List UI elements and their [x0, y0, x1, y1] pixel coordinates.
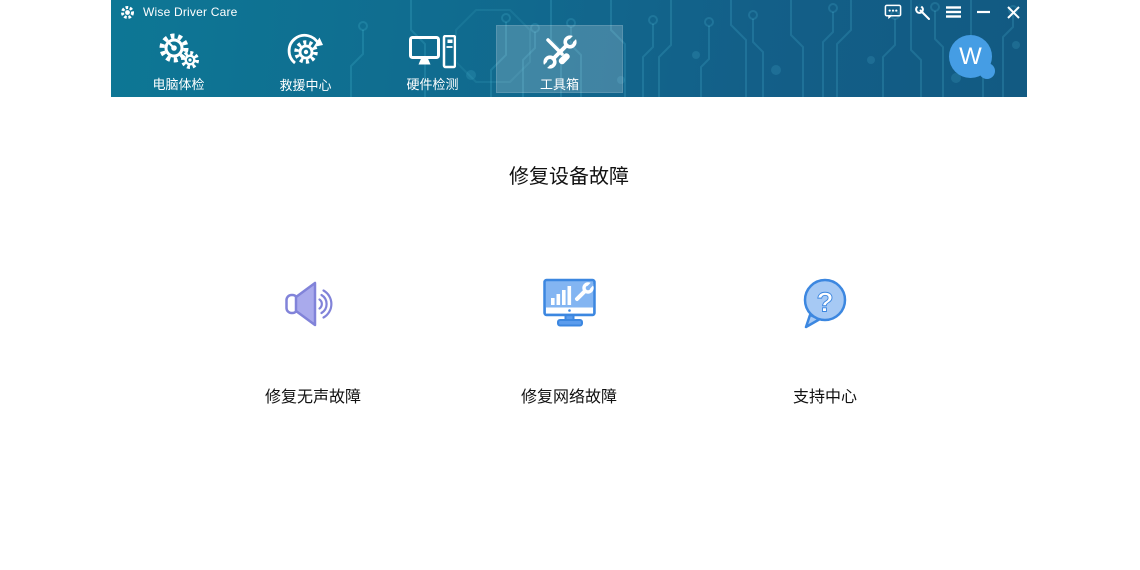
- avatar-initial: W: [949, 35, 992, 78]
- hardware-detect-icon: [409, 32, 456, 71]
- tool-label: 支持中心: [792, 389, 857, 406]
- app-header: Wise Driver Care 电脑体检 救援中心 硬件检测 工具箱 W: [111, 0, 1027, 97]
- tab-rescue-center[interactable]: 救援中心: [242, 25, 369, 93]
- question-mark-glyph: ?: [816, 287, 833, 318]
- window-title: Wise Driver Care: [143, 5, 238, 19]
- tool-fix-network[interactable]: 修复网络故障: [441, 275, 697, 407]
- tab-label: 硬件检测: [406, 77, 459, 92]
- tool-grid: 修复无声故障 修复网络故障 ? 支持中心: [111, 275, 1027, 407]
- section-title: 修复设备故障: [509, 166, 629, 188]
- network-fix-icon: [540, 275, 598, 333]
- user-avatar[interactable]: W: [949, 35, 1007, 80]
- settings-wrench-icon[interactable]: [914, 3, 932, 21]
- tab-hardware-detect[interactable]: 硬件检测: [369, 25, 496, 93]
- rescue-center-icon: [286, 32, 326, 72]
- toolbox-icon: [541, 32, 579, 71]
- close-icon[interactable]: [1004, 3, 1022, 21]
- minimize-icon[interactable]: [974, 3, 992, 21]
- pc-checkup-gears-icon: [158, 32, 200, 71]
- tool-fix-sound[interactable]: 修复无声故障: [185, 275, 441, 407]
- nav-tabs: 电脑体检 救援中心 硬件检测 工具箱: [115, 25, 623, 93]
- tab-label: 工具箱: [539, 77, 579, 92]
- tab-toolbox[interactable]: 工具箱: [496, 25, 623, 93]
- feedback-icon[interactable]: [884, 3, 902, 21]
- tab-label: 电脑体检: [152, 77, 205, 92]
- app-logo-gear-icon: [120, 5, 135, 20]
- speaker-fix-icon: [285, 275, 341, 333]
- menu-icon[interactable]: [944, 3, 962, 21]
- app-window: Wise Driver Care 电脑体检 救援中心 硬件检测 工具箱 W 修复…: [111, 0, 1027, 570]
- tool-label: 修复无声故障: [264, 389, 361, 406]
- window-controls: [884, 0, 1022, 24]
- tool-support-center[interactable]: ? 支持中心: [697, 275, 953, 407]
- toolbox-content: 修复设备故障 修复无声故障 修复网络故障 ? 支持中心: [111, 97, 1027, 407]
- tool-label: 修复网络故障: [520, 389, 617, 406]
- support-center-icon: ?: [799, 275, 851, 333]
- titlebar: Wise Driver Care: [111, 0, 1027, 24]
- tab-pc-checkup[interactable]: 电脑体检: [115, 25, 242, 93]
- tab-label: 救援中心: [279, 78, 332, 93]
